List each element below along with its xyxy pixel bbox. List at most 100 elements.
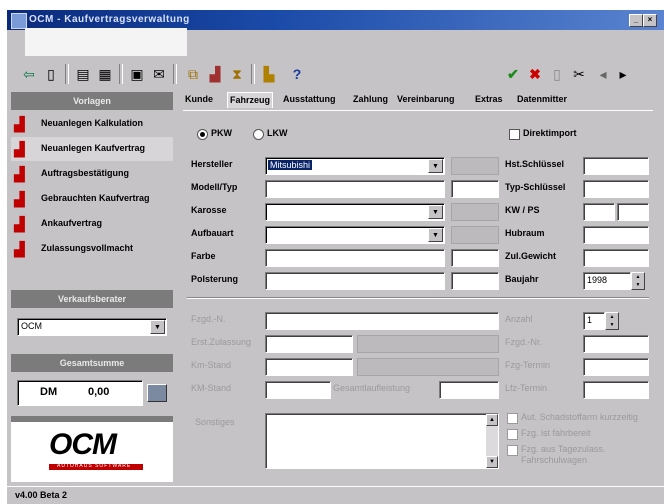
minimize-button[interactable]: _ xyxy=(629,14,643,27)
tab-fahrzeug[interactable]: Fahrzeug xyxy=(227,92,274,108)
tab-datenmitter[interactable]: Datenmitter xyxy=(517,92,567,107)
nav-neuanlegen-kalkulation[interactable]: ▟ Neuanlegen Kalkulation xyxy=(11,112,173,136)
anzahl-label: Anzahl xyxy=(505,314,533,324)
new-document-icon[interactable]: ▯ xyxy=(41,64,61,84)
km-input[interactable] xyxy=(265,381,331,399)
tab-kunde[interactable]: Kunde xyxy=(185,92,213,107)
cancel-icon[interactable]: ✖ xyxy=(525,64,545,84)
sonstiges-textarea[interactable]: ▲ ▼ xyxy=(265,413,499,469)
verkaufsberater-header: Verkaufsberater xyxy=(11,290,173,308)
farbe-code-input[interactable] xyxy=(451,249,499,267)
baujahr-input[interactable]: 1998 xyxy=(583,272,631,290)
karosse-label: Karosse xyxy=(191,205,227,215)
fzg-termin-input[interactable] xyxy=(583,358,649,376)
save-icon[interactable]: ▣ xyxy=(127,64,147,84)
modell-code-input[interactable] xyxy=(451,180,499,198)
baujahr-spinner[interactable]: ▲ ▼ xyxy=(631,272,645,290)
anzahl-spinner[interactable]: ▲ ▼ xyxy=(605,312,619,330)
total-value: 0,00 xyxy=(88,386,110,398)
scissors-icon[interactable]: ✂ xyxy=(569,64,589,84)
tab-ausstattung[interactable]: Ausstattung xyxy=(283,92,336,107)
nav-ankaufvertrag[interactable]: ▟ Ankaufvertrag xyxy=(11,212,173,236)
print-icon[interactable]: ▤ xyxy=(73,64,93,84)
kw-ps-label: KW / PS xyxy=(505,205,540,215)
liefertermin-label: Lfz-Termin xyxy=(505,383,548,393)
pkw-radio[interactable] xyxy=(197,129,208,140)
typ-schluessel-input[interactable] xyxy=(583,180,649,198)
chevron-down-icon[interactable]: ▼ xyxy=(428,159,443,173)
nav-label: Zulassungsvollmacht xyxy=(41,243,134,253)
sonstiges-label: Sonstiges xyxy=(195,417,235,427)
zul-gewicht-label: Zul.Gewicht xyxy=(505,251,557,261)
tab-zahlung[interactable]: Zahlung xyxy=(353,92,388,107)
anzahl-input[interactable]: 1 xyxy=(583,312,605,330)
farbe-input[interactable] xyxy=(265,249,445,267)
baujahr-label: Baujahr xyxy=(505,274,539,284)
nav-zulassungsvollmacht[interactable]: ▟ Zulassungsvollmacht xyxy=(11,237,173,261)
previous-icon[interactable]: ◂ xyxy=(593,64,613,84)
toolbar-separator xyxy=(119,64,123,84)
tab-extras[interactable]: Extras xyxy=(475,92,503,107)
zul-gewicht-input[interactable] xyxy=(583,249,649,267)
nav-neuanlegen-kaufvertrag[interactable]: ▟ Neuanlegen Kaufvertrag xyxy=(11,137,173,161)
form-icon: ▟ xyxy=(14,116,25,132)
hersteller-code xyxy=(451,157,499,175)
vertical-scrollbar[interactable]: ▲ ▼ xyxy=(486,414,498,468)
erstzulassung-label: Erst.Zulassung xyxy=(191,337,252,347)
tageszulassung-checkbox[interactable] xyxy=(507,445,518,456)
fahrbereit-checkbox[interactable] xyxy=(507,429,518,440)
scroll-down-icon[interactable]: ▼ xyxy=(486,456,498,468)
scroll-up-icon[interactable]: ▲ xyxy=(486,414,498,426)
gesamtlaufleistung-input[interactable] xyxy=(439,381,499,399)
delete-icon[interactable]: ▯ xyxy=(547,64,567,84)
nav-gebrauchten-kaufvertrag[interactable]: ▟ Gebrauchten Kaufvertrag xyxy=(11,187,173,211)
schadstoffarm-label: Aut. Schadstoffarm kurzzeitig xyxy=(521,412,638,422)
chevron-down-icon[interactable]: ▼ xyxy=(150,320,165,334)
help-icon[interactable]: ? xyxy=(287,64,307,84)
verkaufsberater-select[interactable]: OCM ▼ xyxy=(17,318,167,336)
baujahr-value: 1998 xyxy=(587,275,608,285)
next-icon[interactable]: ▸ xyxy=(613,64,633,84)
paste-icon[interactable]: ▟ xyxy=(205,64,225,84)
lkw-radio[interactable] xyxy=(253,129,264,140)
nav-label: Gebrauchten Kaufvertrag xyxy=(41,193,150,203)
kmstand-input[interactable] xyxy=(265,358,353,376)
close-button[interactable]: × xyxy=(643,14,657,27)
calculator-icon[interactable] xyxy=(147,384,167,402)
tab-vereinbarung[interactable]: Vereinbarung xyxy=(397,92,455,107)
nav-auftragsbestaetigung[interactable]: ▟ Auftragsbestätigung xyxy=(11,162,173,186)
direktimport-checkbox[interactable] xyxy=(509,129,520,140)
kw-input[interactable] xyxy=(583,203,615,221)
schadstoffarm-checkbox[interactable] xyxy=(507,413,518,424)
chevron-down-icon[interactable]: ▼ xyxy=(428,205,443,219)
polsterung-code-input[interactable] xyxy=(451,272,499,290)
aufbauart-select[interactable]: ▼ xyxy=(265,226,445,244)
form-icon: ▟ xyxy=(14,191,25,207)
fzgid-input[interactable] xyxy=(265,312,499,330)
exit-icon[interactable]: ⇦ xyxy=(19,64,39,84)
mail-icon[interactable]: ✉ xyxy=(149,64,169,84)
confirm-icon[interactable]: ✔ xyxy=(503,64,523,84)
hst-schluessel-label: Hst.Schlüssel xyxy=(505,159,565,169)
liefertermin-input[interactable] xyxy=(583,381,649,399)
chevron-down-icon[interactable]: ▼ xyxy=(428,228,443,242)
cut-icon[interactable]: ⧗ xyxy=(227,64,247,84)
hst-schluessel-input[interactable] xyxy=(583,157,649,175)
fzg-termin-label: Fzg-Termin xyxy=(505,360,551,370)
ps-input[interactable] xyxy=(617,203,649,221)
gesamtlaufleistung-label: Gesamtlaufleistung xyxy=(333,383,411,393)
karosse-code xyxy=(451,203,499,221)
erstzulassung-input[interactable] xyxy=(265,335,353,353)
karosse-select[interactable]: ▼ xyxy=(265,203,445,221)
anzahl-value: 1 xyxy=(587,315,593,325)
fzgnr-input[interactable] xyxy=(583,335,649,353)
polsterung-input[interactable] xyxy=(265,272,445,290)
section-divider xyxy=(187,297,649,299)
hersteller-select[interactable]: Mitsubishi ▼ xyxy=(265,157,445,175)
open-folder-icon[interactable]: ▙ xyxy=(259,64,279,84)
modell-input[interactable] xyxy=(265,180,445,198)
hubraum-input[interactable] xyxy=(583,226,649,244)
copy-icon[interactable]: ⧉ xyxy=(183,64,203,84)
toolbar-separator xyxy=(251,64,255,84)
print-preview-icon[interactable]: ▦ xyxy=(95,64,115,84)
